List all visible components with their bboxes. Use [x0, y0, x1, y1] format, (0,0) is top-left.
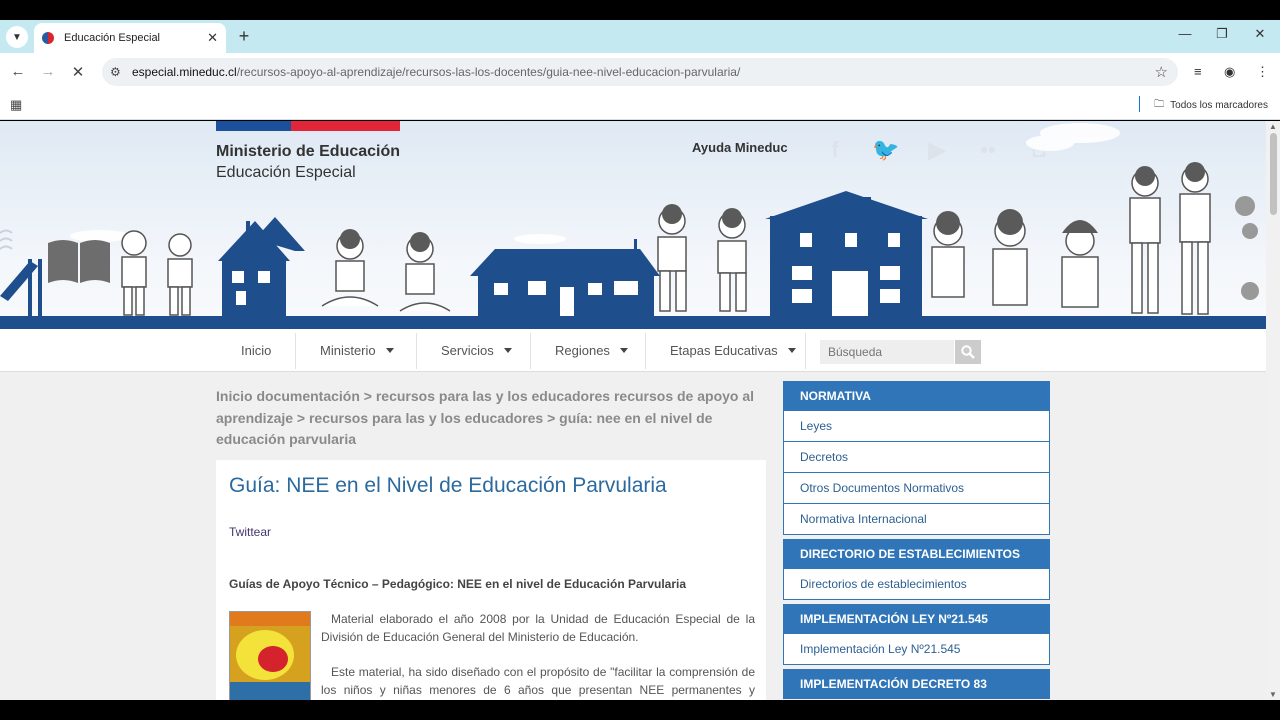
- article-subheading: Guías de Apoyo Técnico – Pedagógico: NEE…: [229, 577, 687, 591]
- caret-down-icon: [787, 348, 796, 353]
- page-viewport: Ministerio de Educación Educación Especi…: [0, 121, 1266, 700]
- sidebar-section-title: IMPLEMENTACIÓN LEY Nº21.545: [783, 604, 1050, 634]
- scrollbar-thumb[interactable]: [1270, 133, 1277, 215]
- tab-title: Educación Especial: [64, 32, 161, 44]
- folder-icon: 🗀: [1154, 99, 1165, 110]
- tab-search-button[interactable]: ▼: [6, 26, 28, 48]
- screen: ▼ Educación Especial ✕ + — ❐ ✕ ← → ✕ ⚙ e…: [0, 0, 1280, 720]
- all-bookmarks-label: Todos los marcadores: [1170, 100, 1268, 111]
- article-paragraph: Material elaborado el año 2008 por la Un…: [321, 612, 755, 644]
- twitter-share-link[interactable]: Twittear: [229, 525, 271, 539]
- search-icon: [961, 345, 975, 359]
- new-tab-button[interactable]: +: [233, 25, 255, 47]
- nav-separator: [530, 333, 531, 369]
- scroll-down-icon[interactable]: ▼: [1269, 690, 1277, 699]
- sidebar-section-title: IMPLEMENTACIÓN DECRETO 83: [783, 669, 1050, 699]
- article-card: Guía: NEE en el Nivel de Educación Parvu…: [216, 460, 766, 700]
- ground-strip: [0, 316, 1266, 329]
- scroll-up-icon[interactable]: ▲: [1269, 122, 1277, 131]
- nav-item-etapas-educativas[interactable]: Etapas Educativas: [670, 329, 796, 372]
- caret-down-icon: [385, 348, 394, 353]
- site-header-banner: Ministerio de Educación Educación Especi…: [0, 121, 1266, 329]
- sidebar-link-directorios[interactable]: Directorios de establecimientos: [783, 569, 1050, 600]
- page-title: Guía: NEE en el Nivel de Educación Parvu…: [229, 474, 667, 497]
- illustration-school-scene: [0, 123, 1259, 316]
- bookmark-star-icon[interactable]: ☆: [1155, 63, 1168, 81]
- sidebar-link-leyes[interactable]: Leyes: [783, 411, 1050, 442]
- nav-item-inicio[interactable]: Inicio: [241, 329, 271, 372]
- sidebar-link-otros-documentos[interactable]: Otros Documentos Normativos: [783, 473, 1050, 504]
- menu-kebab-icon[interactable]: ⋮: [1256, 64, 1269, 80]
- all-bookmarks-button[interactable]: 🗀 Todos los marcadores: [1154, 97, 1268, 114]
- media-control-icon[interactable]: ≡: [1194, 64, 1202, 79]
- bookmarks-bar: ▦ 🗀 Todos los marcadores: [0, 91, 1280, 120]
- guide-cover-image[interactable]: [229, 611, 311, 700]
- nav-separator: [805, 333, 806, 369]
- site-info-icon[interactable]: ⚙: [110, 65, 130, 79]
- apps-grid-icon[interactable]: ▦: [10, 97, 22, 113]
- profile-icon[interactable]: ◉: [1224, 64, 1235, 80]
- forward-icon[interactable]: →: [38, 63, 58, 80]
- sidebar-link-decretos[interactable]: Decretos: [783, 442, 1050, 473]
- caret-down-icon: [619, 348, 628, 353]
- close-window-icon[interactable]: ✕: [1250, 26, 1270, 42]
- site-favicon-icon: [42, 32, 54, 44]
- tab-strip: ▼ Educación Especial ✕ + — ❐ ✕: [0, 20, 1280, 53]
- nav-separator: [645, 333, 646, 369]
- nav-item-servicios[interactable]: Servicios: [441, 329, 512, 372]
- stop-loading-icon[interactable]: ✕: [68, 63, 88, 81]
- tab-active[interactable]: Educación Especial ✕: [34, 23, 226, 53]
- restore-icon[interactable]: ❐: [1212, 26, 1232, 42]
- nav-item-ministerio[interactable]: Ministerio: [320, 329, 394, 372]
- back-icon[interactable]: ←: [8, 63, 28, 80]
- article-paragraph: Este material, ha sido diseñado con el p…: [321, 665, 755, 697]
- nav-separator: [295, 333, 296, 369]
- sidebar-section-title: NORMATIVA: [783, 381, 1050, 411]
- address-bar[interactable]: ⚙ especial.mineduc.cl/recursos-apoyo-al-…: [102, 58, 1178, 86]
- tab-close-icon[interactable]: ✕: [207, 30, 218, 46]
- caret-down-icon: [503, 348, 512, 353]
- sidebar-section-title: DIRECTORIO DE ESTABLECIMIENTOS: [783, 539, 1050, 569]
- bottom-black-bar: [0, 700, 1280, 720]
- search-button[interactable]: [955, 340, 981, 364]
- nav-item-regiones[interactable]: Regiones: [555, 329, 628, 372]
- nav-separator: [416, 333, 417, 369]
- search-input[interactable]: [820, 340, 954, 364]
- sidebar-link-normativa-internacional[interactable]: Normativa Internacional: [783, 504, 1050, 535]
- bookmarks-separator: [1139, 96, 1140, 112]
- browser-toolbar: ← → ✕ ⚙ especial.mineduc.cl/recursos-apo…: [0, 53, 1280, 91]
- minimize-icon[interactable]: —: [1175, 26, 1195, 41]
- sidebar: NORMATIVA Leyes Decretos Otros Documento…: [783, 381, 1050, 699]
- main-nav: Inicio Ministerio Servicios Regiones Eta…: [0, 329, 1266, 372]
- url-text: especial.mineduc.cl/recursos-apoyo-al-ap…: [132, 65, 741, 79]
- sidebar-link-ley-21545[interactable]: Implementación Ley Nº21.545: [783, 634, 1050, 665]
- breadcrumb[interactable]: Inicio documentación > recursos para las…: [216, 386, 766, 451]
- top-black-bar: [0, 0, 1280, 20]
- page-scrollbar[interactable]: ▲ ▼: [1266, 121, 1280, 700]
